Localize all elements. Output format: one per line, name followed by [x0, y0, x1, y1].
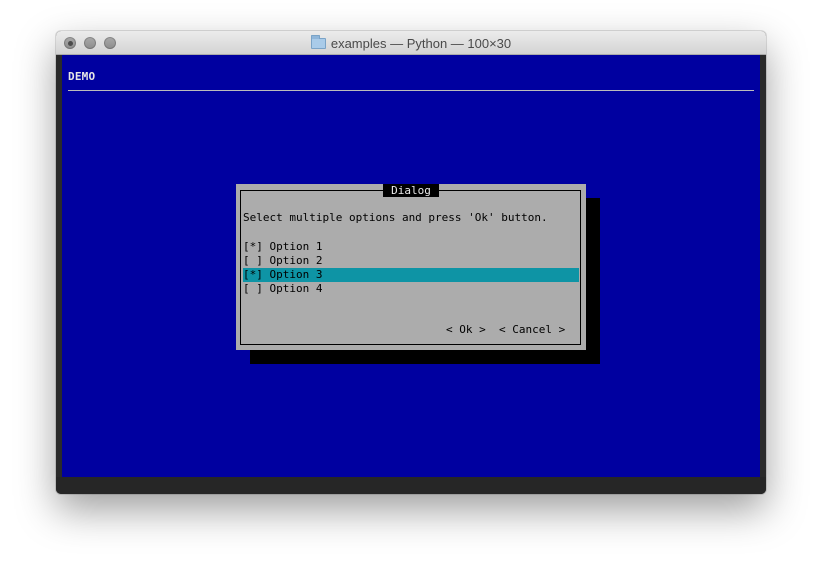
title-bar[interactable]: examples — Python — 100×30	[56, 31, 766, 55]
option-label: Option 1	[269, 240, 323, 253]
checkbox[interactable]: [ ]	[243, 282, 263, 295]
checklist-item-option-4[interactable]: [ ] Option 4	[243, 282, 579, 296]
checkbox[interactable]: [*]	[243, 268, 263, 281]
checklist-item-option-3[interactable]: [*] Option 3	[243, 268, 579, 282]
backtitle: DEMO	[68, 70, 96, 83]
ok-button[interactable]: < Ok >	[446, 323, 486, 336]
dialog-buttons: < Ok > < Cancel >	[446, 323, 565, 336]
option-label: Option 4	[269, 282, 323, 295]
window-title: examples — Python — 100×30	[330, 35, 512, 51]
dialog-title: Dialog	[383, 184, 439, 197]
checklist-item-option-2[interactable]: [ ] Option 2	[243, 254, 579, 268]
terminal-window: examples — Python — 100×30 DEMO Dialog S…	[56, 31, 766, 494]
terminal-screen[interactable]: DEMO Dialog Select multiple options and …	[62, 55, 760, 477]
window-bottom-bar	[56, 477, 766, 494]
folder-icon	[310, 34, 326, 49]
checkbox[interactable]: [*]	[243, 240, 263, 253]
option-label: Option 2	[269, 254, 323, 267]
checklist-item-option-1[interactable]: [*] Option 1	[243, 240, 579, 254]
window-title-group: examples — Python — 100×30	[56, 31, 766, 55]
backtitle-divider	[68, 90, 754, 91]
dialog-prompt: Select multiple options and press 'Ok' b…	[243, 211, 548, 224]
checklist: [*] Option 1 [ ] Option 2 [*] Option 3 […	[243, 240, 579, 296]
option-label: Option 3	[269, 268, 323, 281]
checkbox[interactable]: [ ]	[243, 254, 263, 267]
cancel-button[interactable]: < Cancel >	[499, 323, 565, 336]
checklist-dialog: Dialog Select multiple options and press…	[236, 184, 586, 350]
